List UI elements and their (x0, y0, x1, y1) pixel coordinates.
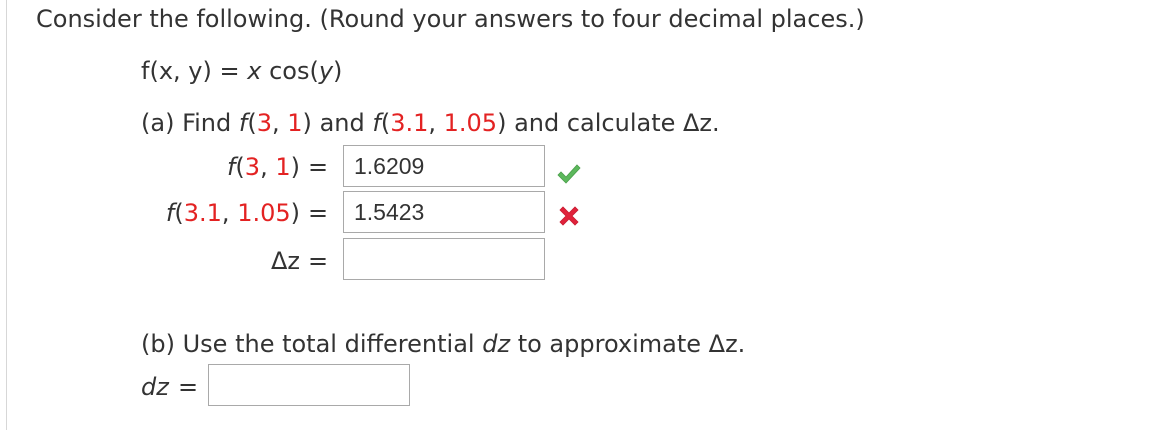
part-a-f1-b: 1 (287, 109, 303, 137)
part-a-f2-b: 1.05 (443, 109, 498, 137)
row3-equals: = (308, 247, 329, 275)
part-a-f1-close: ) (302, 109, 312, 137)
x-mark-icon (559, 206, 579, 226)
row-dz-label: dz (141, 372, 169, 402)
row2-open: ( (174, 199, 184, 227)
part-a-label: (a) (141, 109, 175, 137)
row1-comma: , (260, 153, 276, 181)
part-a-f1-open: ( (247, 109, 257, 137)
row2-b: 1.05 (237, 199, 291, 227)
part-a-and: and (319, 109, 365, 137)
part-b-text-after: to approximate Δz. (517, 330, 746, 358)
part-a-calc: and calculate Δz. (514, 109, 720, 137)
row2-close: ) (290, 199, 300, 227)
function-rhs-cos: cos( (269, 57, 319, 85)
row2-a: 3.1 (183, 199, 222, 227)
part-b-instruction: (b) Use the total differential dz to app… (141, 329, 745, 359)
left-border (6, 0, 7, 430)
row-dz-text: dz (141, 373, 169, 401)
row-f-3.1-1.05-label: f(3.1, 1.05) (166, 198, 300, 228)
function-rhs-x: x (247, 57, 262, 85)
row1-a: 3 (244, 153, 261, 181)
row2-equals: = (308, 199, 329, 227)
part-a-f1-a: 3 (256, 109, 272, 137)
row1-open: ( (235, 153, 245, 181)
function-rhs-y: y (318, 57, 334, 85)
part-b-label: (b) (141, 330, 175, 358)
part-a-find: Find (182, 109, 232, 137)
part-a-instruction: (a) Find f(3, 1) and f(3.1, 1.05) and ca… (141, 108, 720, 138)
part-a-f2-close: ) (497, 109, 507, 137)
part-a-f2-open: ( (380, 109, 391, 137)
row1-equals: = (308, 153, 329, 181)
answer-dz-input[interactable] (208, 364, 410, 406)
row-f-3-1-label: f(3, 1) (227, 152, 300, 182)
row3-label: Δz (270, 247, 300, 275)
function-args: (x, y) (149, 57, 212, 85)
part-a-f2-fn: f (372, 109, 381, 137)
function-rhs-close: ) (333, 57, 343, 85)
problem-intro: Consider the following. (Round your answ… (36, 5, 865, 33)
answer-f-3.1-1.05-input[interactable] (343, 191, 545, 233)
checkmark-icon (557, 164, 581, 184)
row1-b: 1 (275, 153, 291, 181)
row-dz-equals: = (178, 373, 199, 401)
function-definition: f(x, y) = x cos(y) (141, 56, 342, 86)
part-b-text-before: Use the total differential (182, 330, 475, 358)
part-a-f2-comma: , (428, 109, 444, 137)
row1-close: ) (290, 153, 300, 181)
part-a-f2-a: 3.1 (390, 109, 429, 137)
part-a-f1-comma: , (272, 109, 288, 137)
row-delta-z-label: Δz (271, 246, 300, 276)
row2-comma: , (221, 199, 238, 227)
part-b-dz: dz (482, 330, 511, 358)
answer-delta-z-input[interactable] (343, 238, 545, 280)
answer-f-3-1-input[interactable] (343, 145, 545, 187)
function-equals: = (219, 57, 240, 85)
